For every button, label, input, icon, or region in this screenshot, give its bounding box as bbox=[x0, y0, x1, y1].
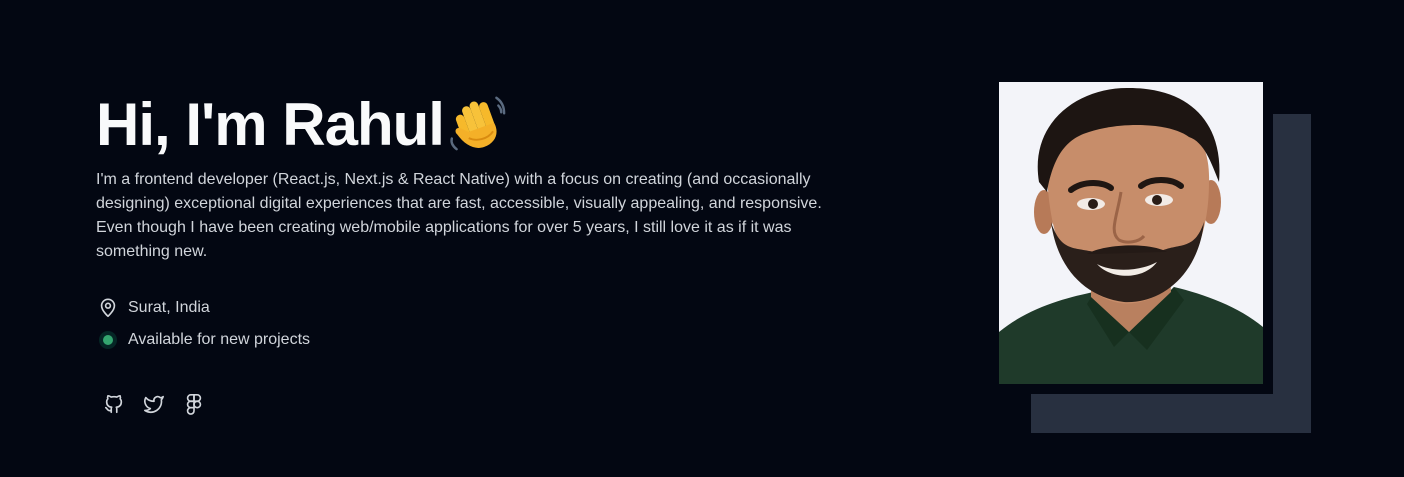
photo-frame bbox=[993, 76, 1273, 394]
hero-heading-row: Hi, I'm Rahul bbox=[96, 90, 866, 160]
waving-hand-icon bbox=[450, 96, 506, 151]
twitter-icon[interactable] bbox=[138, 388, 170, 420]
availability-text: Available for new projects bbox=[128, 331, 311, 348]
figma-icon[interactable] bbox=[178, 388, 210, 420]
hero-section: Hi, I'm Rahul I'm a frontend developer (… bbox=[96, 90, 866, 420]
github-icon[interactable] bbox=[98, 388, 130, 420]
location-row: Surat, India bbox=[96, 296, 866, 320]
social-links bbox=[98, 388, 866, 420]
location-text: Surat, India bbox=[128, 299, 210, 316]
profile-photo bbox=[999, 82, 1263, 384]
status-dot-icon bbox=[96, 328, 120, 352]
availability-row: Available for new projects bbox=[96, 328, 866, 352]
hero-heading: Hi, I'm Rahul bbox=[96, 91, 445, 158]
hero-bio: I'm a frontend developer (React.js, Next… bbox=[96, 171, 822, 260]
person-illustration bbox=[999, 82, 1263, 384]
profile-meta: Surat, India Available for new projects bbox=[96, 296, 866, 352]
map-pin-icon bbox=[96, 296, 120, 320]
